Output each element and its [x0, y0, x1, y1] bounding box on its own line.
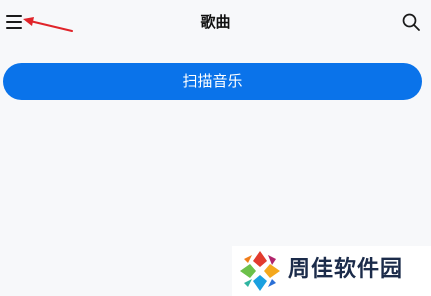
app-screen: 歌曲 扫描音乐 周佳软件园 — [0, 0, 431, 296]
watermark-logo-icon — [240, 251, 280, 291]
scan-music-button[interactable]: 扫描音乐 — [3, 63, 422, 100]
top-app-bar: 歌曲 — [0, 0, 431, 44]
search-button[interactable] — [401, 12, 421, 32]
watermark-text: 周佳软件园 — [288, 257, 404, 282]
search-icon — [402, 13, 420, 31]
site-watermark: 周佳软件园 — [232, 246, 431, 296]
page-title: 歌曲 — [200, 13, 231, 31]
